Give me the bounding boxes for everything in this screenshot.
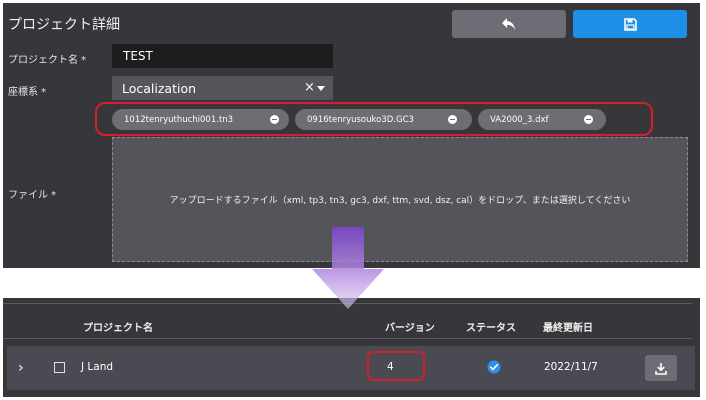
download-button[interactable] [645,355,677,381]
file-chip: 0916tenryusouko3D.GC3 [295,109,472,130]
remove-icon[interactable] [270,115,279,124]
file-dropzone[interactable]: アップロードするファイル（xml, tp3, tn3, gc3, dxf, tt… [112,137,688,262]
table-row[interactable]: › J Land 4 2022/11/7 [7,346,695,390]
project-name-label: プロジェクト名 * [8,55,87,66]
file-chip: VA2000_3.dxf [478,109,606,130]
crs-label: 座標系 * [8,87,47,98]
column-header-updated[interactable]: 最終更新日 [543,319,593,334]
header-divider [3,338,692,339]
chevron-right-icon[interactable]: › [18,360,24,376]
remove-icon[interactable] [584,115,593,124]
file-chip-label: 0916tenryusouko3D.GC3 [307,114,414,125]
download-icon [655,362,667,375]
back-button[interactable] [452,10,566,38]
remove-icon[interactable] [448,115,457,124]
column-header-name[interactable]: プロジェクト名 [83,319,153,334]
save-button[interactable] [573,10,687,38]
save-icon [623,17,637,31]
dropzone-instructions: アップロードするファイル（xml, tp3, tn3, gc3, dxf, tt… [169,196,631,206]
updated-date-cell: 2022/11/7 [544,361,598,373]
column-header-version[interactable]: バージョン [385,319,435,334]
arrow-down-icon [312,227,384,309]
file-label: ファイル * [8,190,57,201]
row-checkbox[interactable] [54,362,65,373]
project-name-cell: J Land [81,361,114,373]
version-highlight [367,351,425,381]
file-chip-label: VA2000_3.dxf [490,114,549,125]
column-header-status[interactable]: ステータス [466,319,516,334]
chevron-down-icon[interactable] [317,86,325,91]
project-name-input[interactable] [112,44,333,68]
crs-value: Localization [122,80,197,96]
clear-icon[interactable]: × [304,80,315,95]
undo-icon [502,18,515,30]
version-cell: 4 [387,361,394,373]
file-chip: 1012tenryuthuchi001.tn3 [112,109,289,130]
check-circle-icon [487,360,501,374]
file-chip-label: 1012tenryuthuchi001.tn3 [124,114,234,125]
page-title: プロジェクト詳細 [8,17,120,33]
crs-select[interactable]: Localization × [112,76,333,100]
